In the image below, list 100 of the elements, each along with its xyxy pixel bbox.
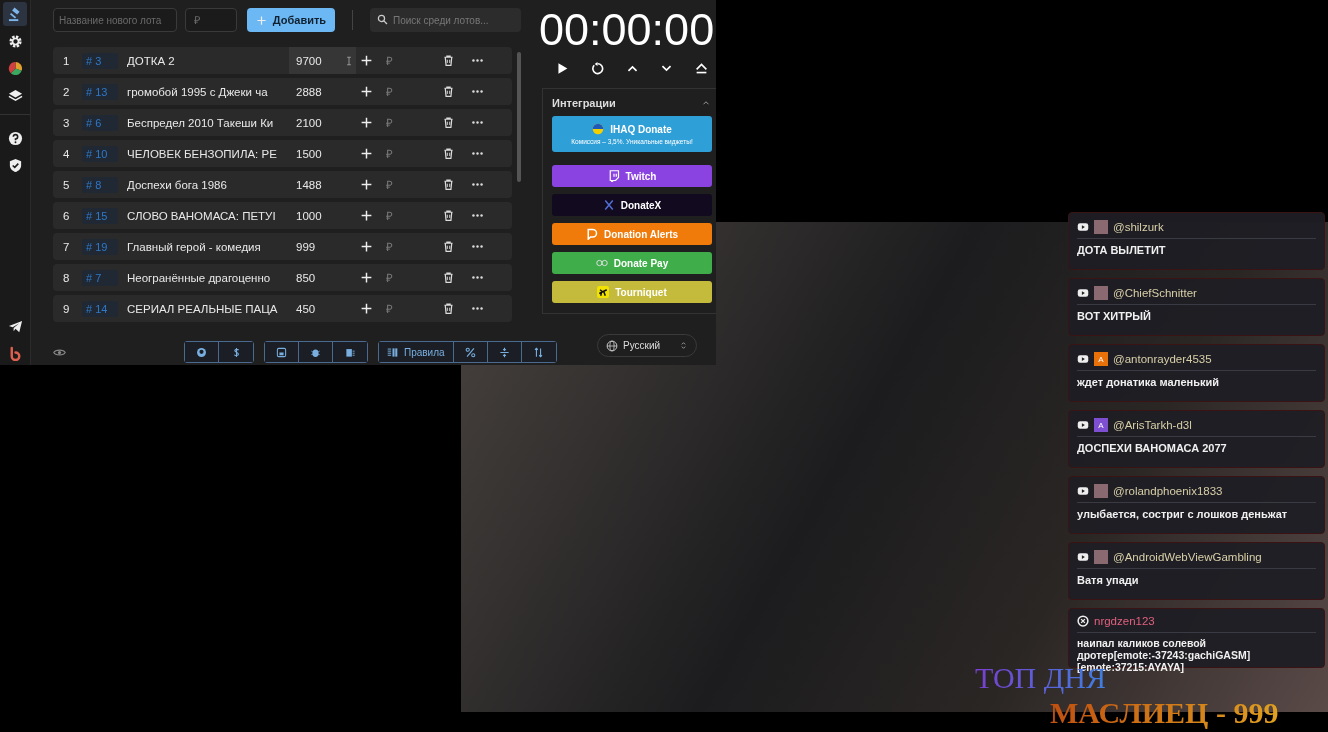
plus-icon[interactable] (360, 271, 373, 284)
reset-icon[interactable] (590, 62, 604, 75)
trash-icon[interactable] (442, 147, 455, 160)
toolbar-button[interactable]: Правила (379, 342, 454, 362)
plus-icon (255, 14, 267, 26)
sidebar-item[interactable] (3, 2, 27, 26)
row-index: 2 (62, 85, 71, 98)
chat-username: @antonrayder4535 (1113, 353, 1212, 365)
trash-icon[interactable] (442, 178, 455, 191)
lot-name: громобой 1995 с Джеки ча (127, 85, 269, 98)
search-field[interactable]: Поиск среди лотов... (370, 8, 521, 32)
toolbar-button[interactable] (219, 342, 253, 362)
lot-name: ДОТКА 2 (127, 54, 176, 67)
play-button-icon (1077, 551, 1089, 563)
timer-display: 00:00:00 (539, 4, 716, 56)
sort-icon (533, 346, 545, 358)
lot-number: # 6 (82, 114, 118, 131)
amount-field[interactable]: 1500 (289, 140, 356, 167)
panel-title: Интеграции (552, 97, 616, 109)
floppy-icon (276, 346, 287, 358)
lot-name: ЧЕЛОВЕК БЕНЗОПИЛА: РЕ (127, 147, 278, 160)
lot-number: # 13 (82, 83, 118, 100)
integration-button[interactable]: DonateX (552, 194, 712, 216)
help-icon (7, 130, 23, 146)
toolbar-button[interactable] (265, 342, 299, 362)
avatar (1094, 286, 1108, 300)
amount-field[interactable]: 2100 (289, 109, 356, 136)
plus-icon[interactable] (360, 209, 373, 222)
select-caret-icon (679, 341, 688, 350)
lot-number: # 10 (82, 145, 118, 162)
plus-icon[interactable] (360, 85, 373, 98)
chat-username: @rolandphoenix1833 (1113, 485, 1223, 497)
double-circle-icon (595, 257, 608, 269)
toolbar-button[interactable] (521, 342, 556, 362)
currency-label: ₽ (386, 147, 394, 161)
trash-icon[interactable] (442, 209, 455, 222)
row-index: 4 (62, 147, 71, 160)
toolbar-button[interactable] (185, 342, 219, 362)
row-index: 5 (62, 178, 71, 191)
avatar: A (1094, 418, 1108, 432)
integration-button[interactable]: Twitch (552, 165, 712, 187)
trash-icon[interactable] (442, 54, 455, 67)
lot-name: СЛОВО ВАНОМАСА: ПЕТУІ (127, 209, 277, 222)
amount-field[interactable]: 1000 (289, 202, 356, 229)
amount-field[interactable]: 9700 (289, 47, 356, 74)
lot-number: # 19 (82, 238, 118, 255)
eject-icon[interactable] (695, 62, 708, 75)
lot-number: # 3 (82, 52, 118, 69)
play-button-icon (1077, 419, 1089, 431)
row-index: 6 (62, 209, 71, 222)
chat-text: Ватя упади (1077, 574, 1140, 587)
plus-icon[interactable] (360, 116, 373, 129)
toolbar-button[interactable] (487, 342, 522, 362)
toolbar-button[interactable] (453, 342, 488, 362)
avatar (1094, 550, 1108, 564)
amount-field[interactable]: 999 (289, 233, 356, 260)
chat-text: ждет донатика маленький (1077, 376, 1220, 389)
currency-label: ₽ (386, 302, 394, 316)
file-stack-icon (344, 346, 356, 358)
currency-label: ₽ (386, 178, 394, 192)
plus-icon[interactable] (360, 302, 373, 315)
lot-name-field[interactable]: Название нового лота (53, 8, 177, 32)
row-index: 8 (62, 271, 71, 284)
play-button-icon (1077, 287, 1089, 299)
amount-field[interactable]: 450 (289, 295, 356, 322)
lot-number: # 15 (82, 207, 118, 224)
row-index: 7 (62, 240, 71, 253)
amount-field[interactable]: 2888 (289, 78, 356, 105)
amount-field[interactable]: 850 (289, 264, 356, 291)
chat-username: @ArisTarkh-d3l (1113, 419, 1192, 431)
settings-icon (7, 33, 23, 49)
scrollbar[interactable] (517, 52, 521, 182)
lot-name: Неогранённые драгоценно (127, 271, 272, 284)
trash-icon[interactable] (442, 240, 455, 253)
text-cursor-icon (344, 55, 354, 66)
trash-icon[interactable] (442, 116, 455, 129)
trash-icon[interactable] (442, 271, 455, 284)
chat-username: @AndroidWebViewGambling (1113, 551, 1262, 563)
row-index: 3 (62, 116, 71, 129)
toolbar-button[interactable] (299, 342, 333, 362)
currency-label: ₽ (386, 116, 394, 130)
amount-field[interactable]: 1488 (289, 171, 356, 198)
currency-label: ₽ (386, 54, 394, 68)
github-icon (196, 346, 207, 358)
plus-icon[interactable] (360, 54, 373, 67)
plus-icon[interactable] (360, 240, 373, 253)
add-button[interactable]: Добавить (247, 8, 335, 32)
pie-chart-icon (7, 60, 23, 76)
chat-text: улыбается, состриг с лошков деньжат (1077, 508, 1289, 521)
toolbar-button[interactable] (333, 342, 367, 362)
play-icon[interactable] (556, 62, 569, 75)
trash-icon[interactable] (442, 85, 455, 98)
play-button-icon (1077, 485, 1089, 497)
chat-username: @shilzurk (1113, 221, 1164, 233)
plus-icon[interactable] (360, 147, 373, 160)
trash-icon[interactable] (442, 302, 455, 315)
plus-icon[interactable] (360, 178, 373, 191)
lot-amount-field[interactable]: ₽ (185, 8, 237, 32)
avatar: A (1094, 352, 1108, 366)
lot-number: # 8 (82, 176, 118, 193)
